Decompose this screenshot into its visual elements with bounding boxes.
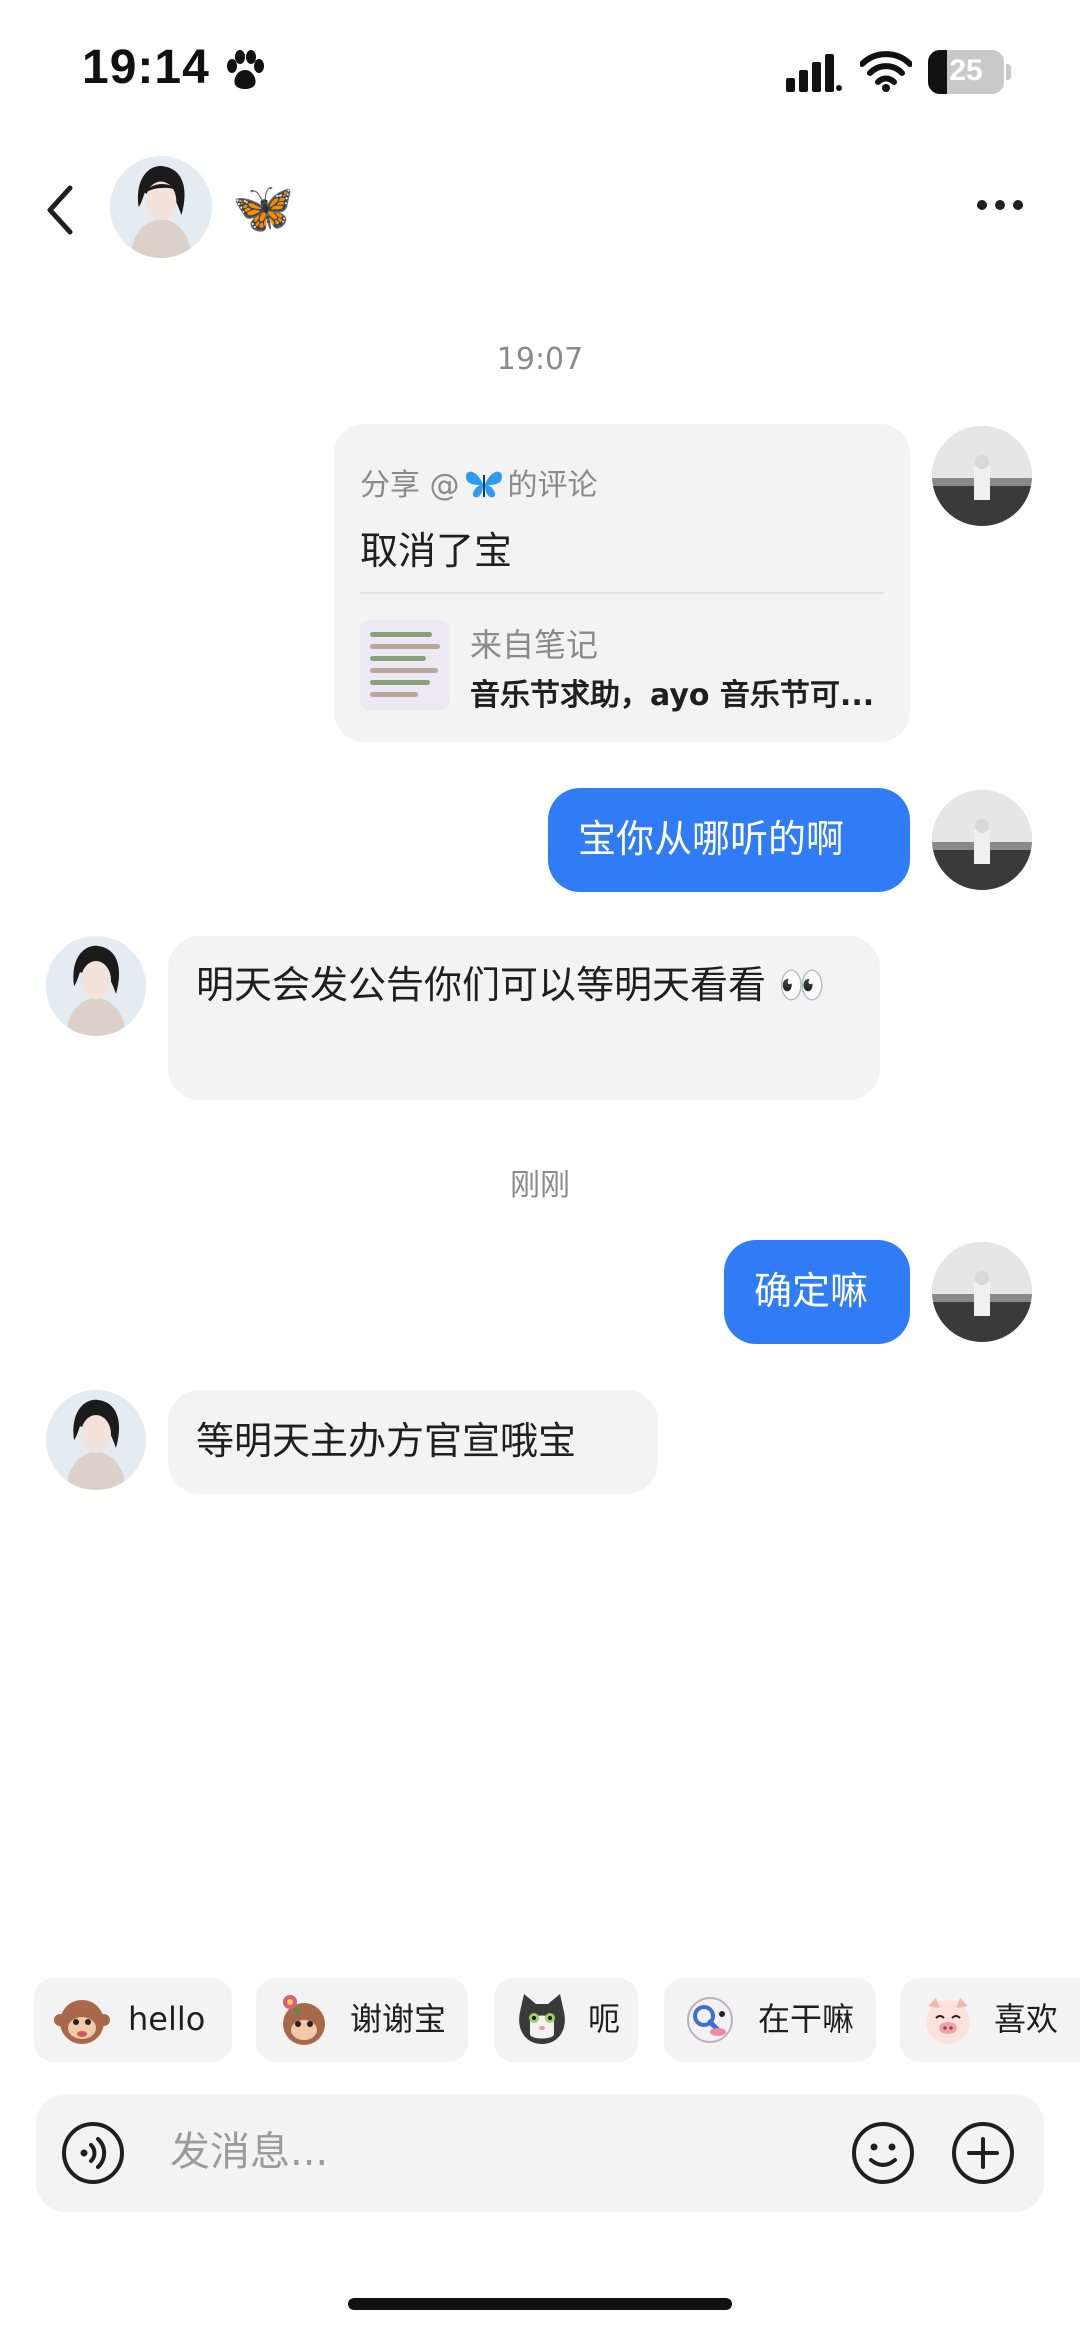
note-source-label: 来自笔记 (470, 626, 599, 664)
cat-sticker-icon (519, 1994, 565, 2044)
quick-reply-label: 喜欢 (994, 2000, 1059, 2038)
contact-avatar[interactable] (46, 936, 146, 1036)
divider (360, 592, 884, 594)
quick-reply-thanks[interactable]: 谢谢宝 (256, 1978, 468, 2062)
contact-name: 🦋 (232, 179, 295, 237)
my-avatar[interactable] (932, 426, 1032, 526)
contact-avatar[interactable] (46, 1390, 146, 1490)
quick-reply-what-doing[interactable]: 在干嘛 (664, 1978, 876, 2062)
message-composer (36, 2094, 1044, 2212)
quick-reply-like[interactable]: 喜欢 (900, 1978, 1080, 2062)
my-avatar[interactable] (932, 790, 1032, 890)
share-header-suffix: 的评论 (507, 468, 598, 503)
plus-icon[interactable] (950, 2120, 1016, 2186)
message-input[interactable] (170, 2122, 730, 2182)
chat-header: 🦋 (0, 140, 1080, 270)
sent-message[interactable]: 确定嘛 (724, 1240, 910, 1344)
butterfly-icon (465, 471, 502, 498)
more-options-icon[interactable] (976, 198, 1024, 212)
my-avatar[interactable] (932, 1242, 1032, 1342)
quick-reply-label: 呃 (588, 2000, 621, 2038)
paw-icon (227, 50, 264, 89)
battery-icon: 25 (928, 50, 1004, 94)
wifi-icon (860, 51, 912, 92)
note-title: 音乐节求助，ayo 音乐节可... (470, 678, 875, 713)
battery-tip (1006, 64, 1011, 80)
emoji-icon[interactable] (850, 2120, 916, 2186)
monkey-flower-sticker-icon (283, 1995, 325, 2045)
received-message[interactable]: 等明天主办方官宣哦宝 (168, 1390, 658, 1494)
share-header: 分享 @ 的评论 (360, 460, 598, 504)
quick-reply-label: 在干嘛 (758, 2000, 855, 2038)
contact-avatar[interactable] (110, 156, 212, 258)
battery-percent: 25 (949, 54, 983, 87)
sent-message[interactable]: 宝你从哪听的啊 (548, 788, 910, 892)
note-thumbnail (360, 620, 450, 710)
quick-reply-er[interactable]: 呃 (494, 1978, 638, 2062)
timestamp: 刚刚 (510, 1168, 570, 1203)
received-message[interactable]: 明天会发公告你们可以等明天看看 👀 (168, 936, 880, 1100)
quick-reply-hello[interactable]: hello (34, 1978, 232, 2062)
voice-input-icon[interactable] (60, 2120, 126, 2186)
pig-sticker-icon (926, 1998, 970, 2044)
home-indicator[interactable] (348, 2298, 732, 2310)
share-header-prefix: 分享 @ (360, 468, 460, 503)
shared-comment-card[interactable]: 分享 @ 的评论 取消了宝 来自笔记 音乐节求助，ayo 音乐节可... (334, 424, 910, 742)
status-bar: 19:14 25 (0, 0, 1080, 140)
quick-reply-label: hello (128, 2000, 206, 2038)
status-time: 19:14 (82, 41, 210, 94)
quick-reply-label: 谢谢宝 (350, 2000, 447, 2038)
cellular-signal-icon (786, 54, 842, 92)
shared-comment-text: 取消了宝 (360, 529, 513, 573)
magnifier-sticker-icon (687, 1997, 733, 2043)
monkey-wave-sticker-icon (54, 2000, 110, 2044)
timestamp: 19:07 (496, 342, 584, 377)
back-arrow-icon[interactable] (40, 182, 80, 238)
